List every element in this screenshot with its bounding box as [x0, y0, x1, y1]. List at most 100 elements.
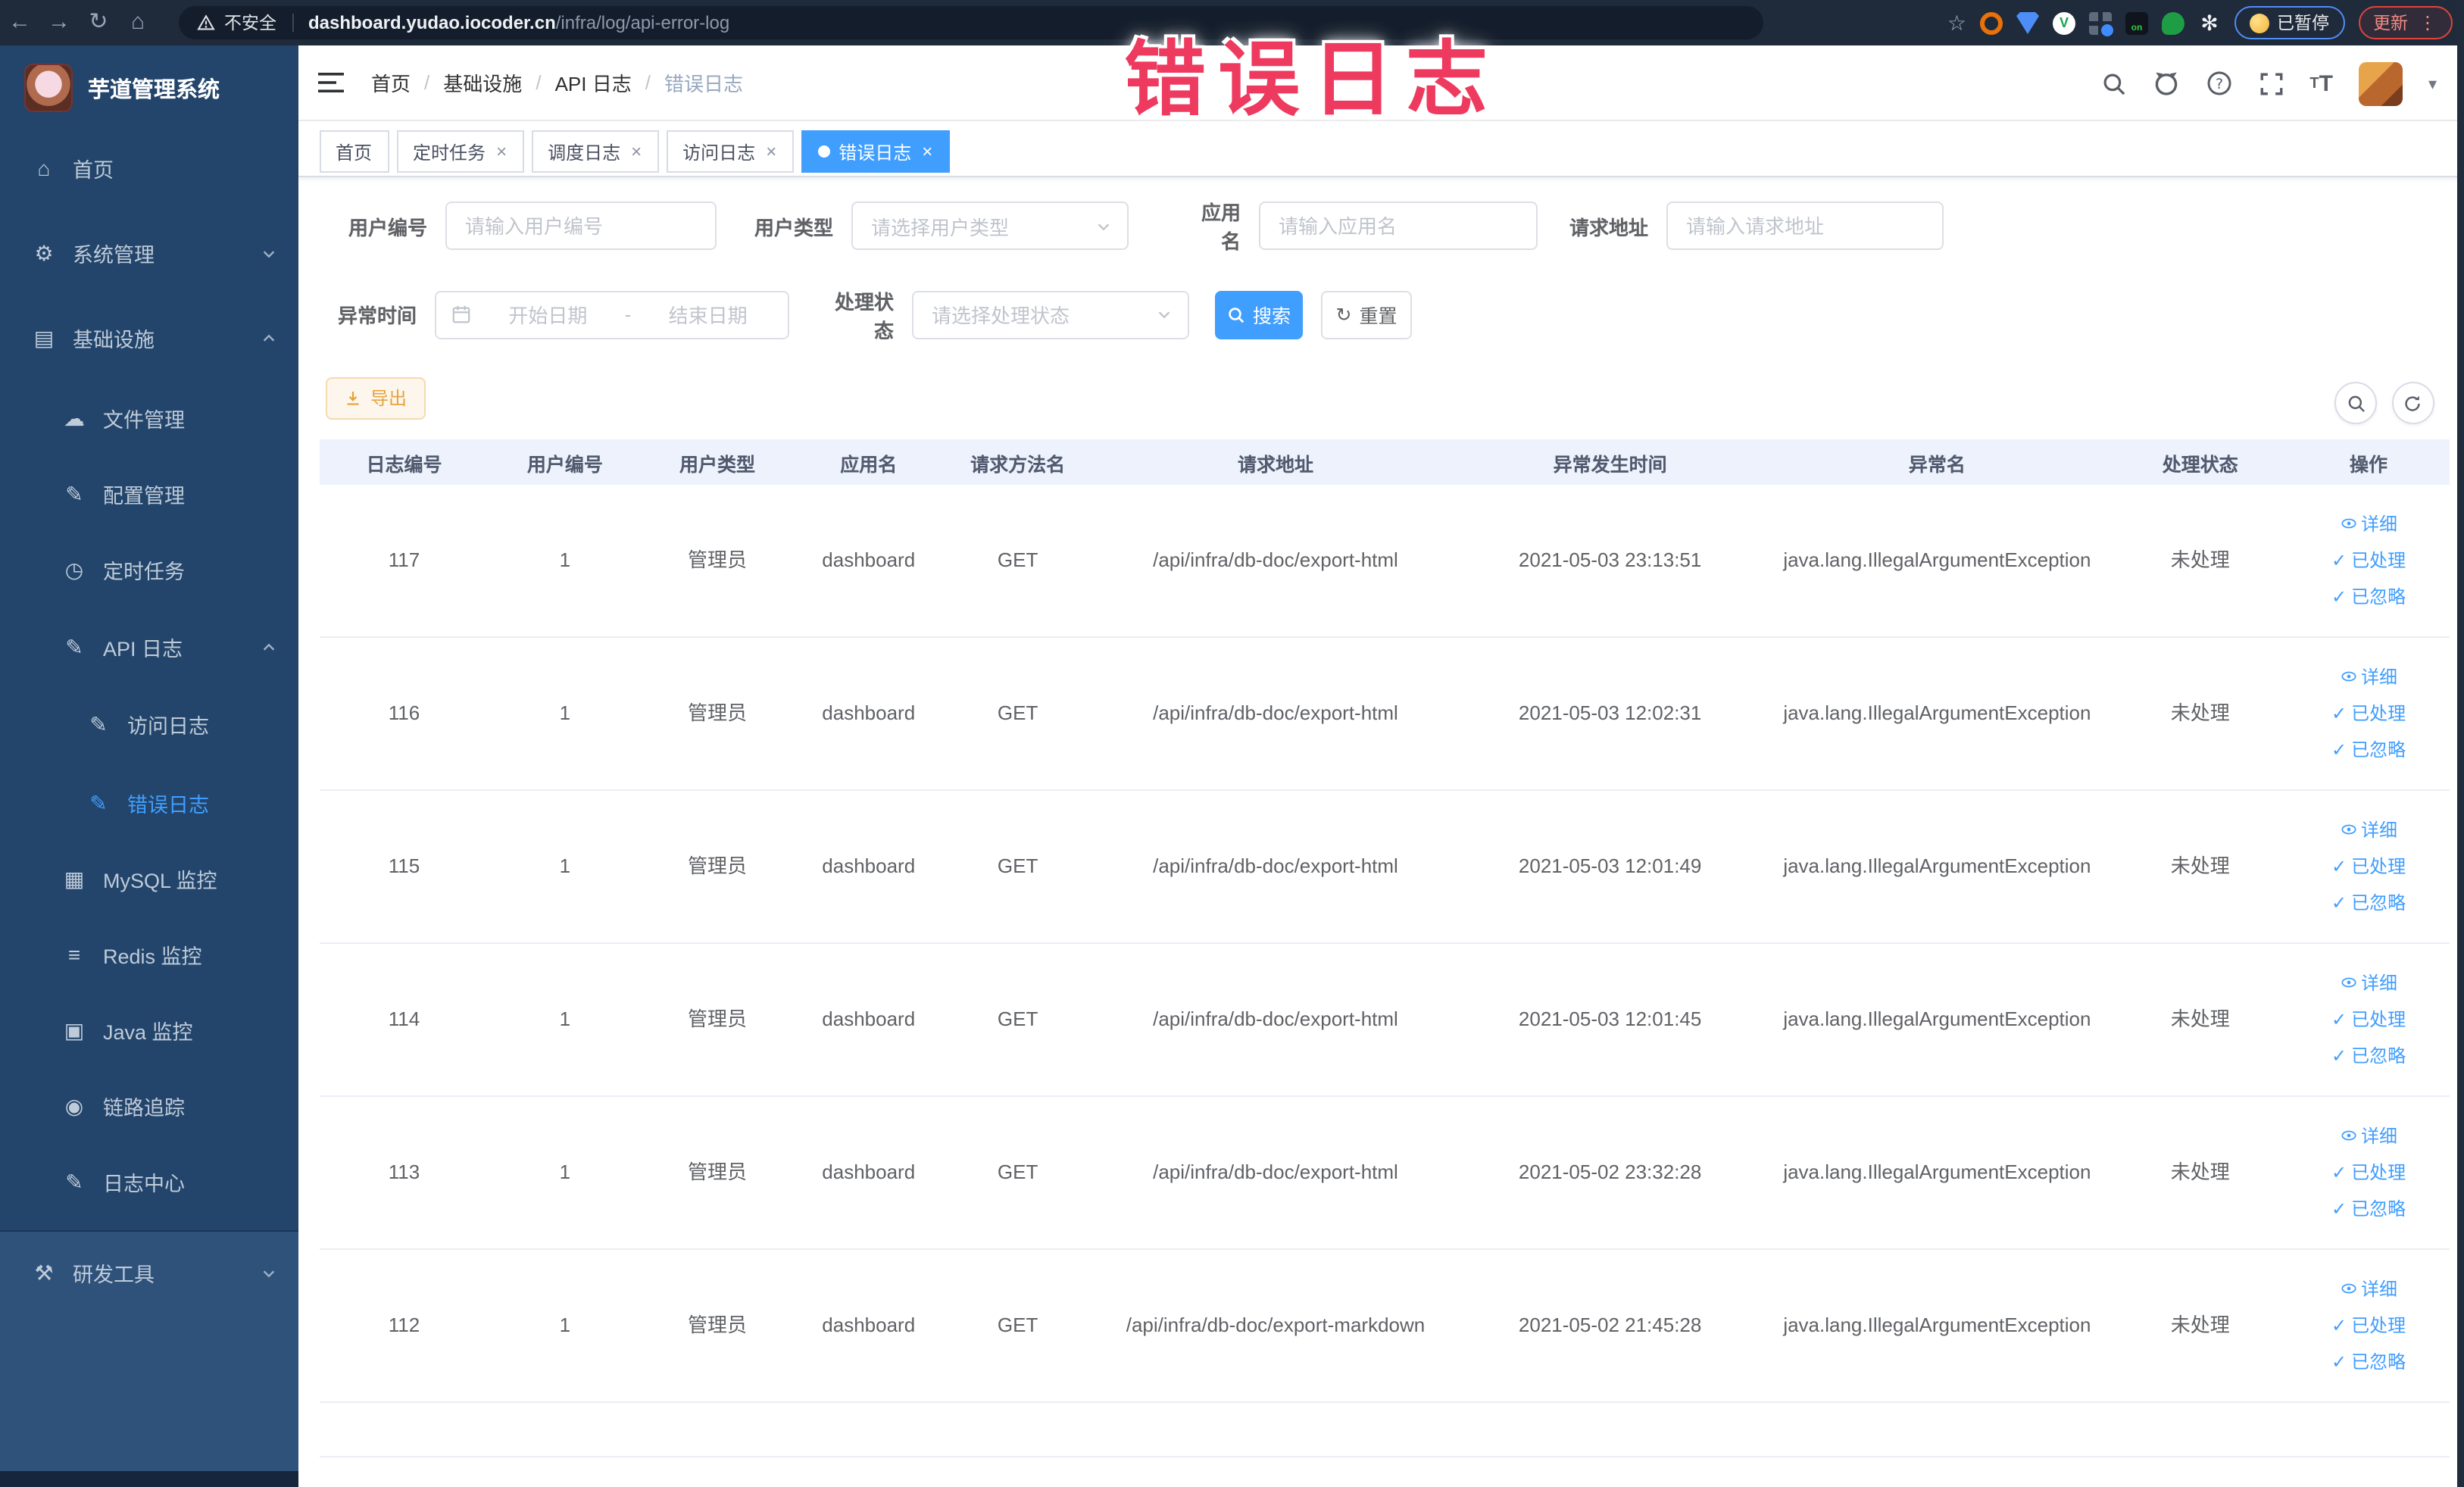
not-secure-warning-icon [197, 14, 215, 32]
breadcrumb-item[interactable]: 首页 [371, 68, 411, 97]
user-avatar[interactable] [2358, 61, 2403, 105]
mark-processed-link[interactable]: ✓ 已处理 [2331, 854, 2406, 879]
check-icon: ✓ [2331, 586, 2347, 608]
sidebar-item-log-center[interactable]: ✎ 日志中心 [0, 1144, 298, 1220]
page-scrollbar[interactable] [2456, 0, 2464, 1487]
bookmark-star-icon[interactable]: ☆ [1947, 10, 1966, 36]
search-icon[interactable] [2100, 70, 2126, 96]
cell-status: 未处理 [2170, 1314, 2230, 1337]
mark-ignored-link[interactable]: ✓ 已忽略 [2331, 738, 2406, 762]
mark-processed-link[interactable]: ✓ 已处理 [2331, 1314, 2406, 1338]
sidebar-item-trace[interactable]: ◉ 链路追踪 [0, 1068, 298, 1144]
browser-menu-icon[interactable]: ⋮ [2419, 12, 2437, 33]
export-button-label: 导出 [370, 388, 407, 410]
detail-link[interactable]: 详细 [2340, 664, 2397, 689]
breadcrumb-item[interactable]: 基础设施 [443, 68, 522, 97]
app-name-input[interactable] [1259, 201, 1538, 250]
app-logo-row[interactable]: 芋道管理系统 [0, 45, 298, 130]
close-icon[interactable]: × [766, 141, 776, 162]
extension-shield-icon[interactable] [2016, 11, 2039, 34]
github-icon[interactable] [2152, 70, 2179, 97]
mark-ignored-link[interactable]: ✓ 已忽略 [2331, 1197, 2406, 1221]
mark-ignored-link[interactable]: ✓ 已忽略 [2331, 585, 2406, 609]
extension-orange-icon[interactable] [1980, 11, 2003, 34]
refresh-table-button[interactable] [2391, 382, 2434, 424]
browser-back-icon[interactable]: ← [0, 0, 39, 45]
mark-processed-link[interactable]: ✓ 已处理 [2331, 548, 2406, 573]
sidebar-item-scheduled-jobs[interactable]: ◷ 定时任务 [0, 532, 298, 608]
row-actions: 详细 ✓ 已处理 ✓ 已忽略 [2294, 511, 2444, 609]
cell-url: /api/infra/db-doc/export-html [1153, 1007, 1398, 1031]
toggle-search-button[interactable] [2334, 382, 2377, 424]
help-icon[interactable]: ? [2205, 70, 2232, 97]
cell-status: 未处理 [2170, 548, 2230, 572]
fullscreen-icon[interactable] [2258, 70, 2284, 96]
security-label[interactable]: 不安全 [224, 11, 276, 35]
detail-link[interactable]: 详细 [2340, 511, 2397, 536]
date-range-picker[interactable]: 开始日期 - 结束日期 [435, 290, 789, 339]
extension-v-icon[interactable]: V [2053, 11, 2075, 34]
reset-button[interactable]: ↻ 重置 [1321, 290, 1412, 339]
extensions-menu-icon[interactable]: ✻ [2198, 10, 2221, 34]
paused-badge-label: 已暂停 [2277, 15, 2329, 33]
sidebar-item-file-management[interactable]: ☁ 文件管理 [0, 380, 298, 456]
filter-user-type: 用户类型 请选择用户类型 [744, 201, 1129, 250]
sidebar-item-config-management[interactable]: ✎ 配置管理 [0, 456, 298, 532]
mark-processed-link[interactable]: ✓ 已处理 [2331, 701, 2406, 726]
tab-scheduled-jobs[interactable]: 定时任务 × [396, 130, 524, 173]
sidebar-item-java-monitor[interactable]: ▣ Java 监控 [0, 992, 298, 1068]
mark-ignored-link[interactable]: ✓ 已忽略 [2331, 891, 2406, 915]
browser-forward-icon[interactable]: → [39, 0, 79, 45]
browser-reload-icon[interactable]: ↻ [79, 0, 118, 45]
close-icon[interactable]: × [922, 141, 932, 162]
detail-link[interactable]: 详细 [2340, 817, 2397, 842]
breadcrumb-item[interactable]: API 日志 [555, 68, 632, 97]
hamburger-icon[interactable] [318, 71, 344, 94]
paused-badge[interactable]: 已暂停 [2234, 6, 2344, 39]
close-icon[interactable]: × [631, 141, 642, 162]
mark-processed-link[interactable]: ✓ 已处理 [2331, 1161, 2406, 1185]
browser-update-button[interactable]: 更新 ⋮ [2358, 6, 2452, 39]
sidebar-item-dev-tools[interactable]: ⚒ 研发工具 [0, 1230, 298, 1315]
tab-home[interactable]: 首页 [319, 130, 389, 173]
tab-label: 定时任务 [413, 142, 486, 163]
sidebar-item-infrastructure[interactable]: ▤ 基础设施 [0, 295, 298, 380]
sidebar-item-api-log[interactable]: ✎ API 日志 [0, 608, 298, 686]
sidebar-item-system-management[interactable]: ⚙ 系统管理 [0, 211, 298, 295]
tab-dispatch-log[interactable]: 调度日志 × [531, 130, 659, 173]
tab-error-log[interactable]: 错误日志 × [801, 130, 950, 173]
export-button[interactable]: 导出 [326, 376, 426, 420]
column-header: 异常名 [1908, 454, 1966, 475]
user-id-input[interactable] [445, 201, 717, 250]
mark-ignored-link[interactable]: ✓ 已忽略 [2331, 1350, 2406, 1374]
font-size-icon[interactable]: TT [2309, 70, 2333, 96]
sidebar-item-redis-monitor[interactable]: ≡ Redis 监控 [0, 917, 298, 992]
sidebar-item-access-log[interactable]: ✎ 访问日志 [0, 686, 298, 762]
sidebar-item-home[interactable]: ⌂ 首页 [0, 126, 298, 211]
url-path[interactable]: /infra/log/api-error-log [556, 12, 729, 33]
browser-home-icon[interactable]: ⌂ [118, 0, 158, 45]
extension-on-badge-icon[interactable]: on [2125, 11, 2148, 34]
detail-link[interactable]: 详细 [2340, 1276, 2397, 1301]
sidebar: 芋道管理系统 ⌂ 首页 ⚙ 系统管理 ▤ 基础设施 ☁ 文件管理 ✎ 配置管理 … [0, 45, 298, 1487]
tab-access-log[interactable]: 访问日志 × [666, 130, 794, 173]
detail-link[interactable]: 详细 [2340, 970, 2397, 995]
request-url-input[interactable] [1666, 201, 1944, 250]
sidebar-item-mysql-monitor[interactable]: ▦ MySQL 监控 [0, 841, 298, 917]
search-button[interactable]: 搜索 [1215, 290, 1303, 339]
mark-processed-link[interactable]: ✓ 已处理 [2331, 1007, 2406, 1032]
check-icon: ✓ [2331, 1198, 2347, 1220]
extension-leaf-icon[interactable] [2162, 11, 2184, 34]
url-host[interactable]: dashboard.yudao.iocoder.cn [308, 12, 556, 33]
cell-exception: java.lang.IllegalArgumentException [1783, 701, 2091, 725]
mark-ignored-link[interactable]: ✓ 已忽略 [2331, 1044, 2406, 1068]
avatar-caret-down-icon[interactable]: ▾ [2428, 73, 2437, 93]
close-icon[interactable]: × [496, 141, 507, 162]
address-bar[interactable]: 不安全 dashboard.yudao.iocoder.cn /infra/lo… [179, 6, 1763, 39]
extension-grid-icon[interactable] [2089, 11, 2113, 36]
user-type-select[interactable]: 请选择用户类型 [851, 201, 1129, 250]
sidebar-item-error-log[interactable]: ✎ 错误日志 [0, 765, 298, 841]
detail-link[interactable]: 详细 [2340, 1123, 2397, 1148]
cell-method: GET [997, 1314, 1038, 1337]
process-status-select[interactable]: 请选择处理状态 [912, 290, 1189, 339]
